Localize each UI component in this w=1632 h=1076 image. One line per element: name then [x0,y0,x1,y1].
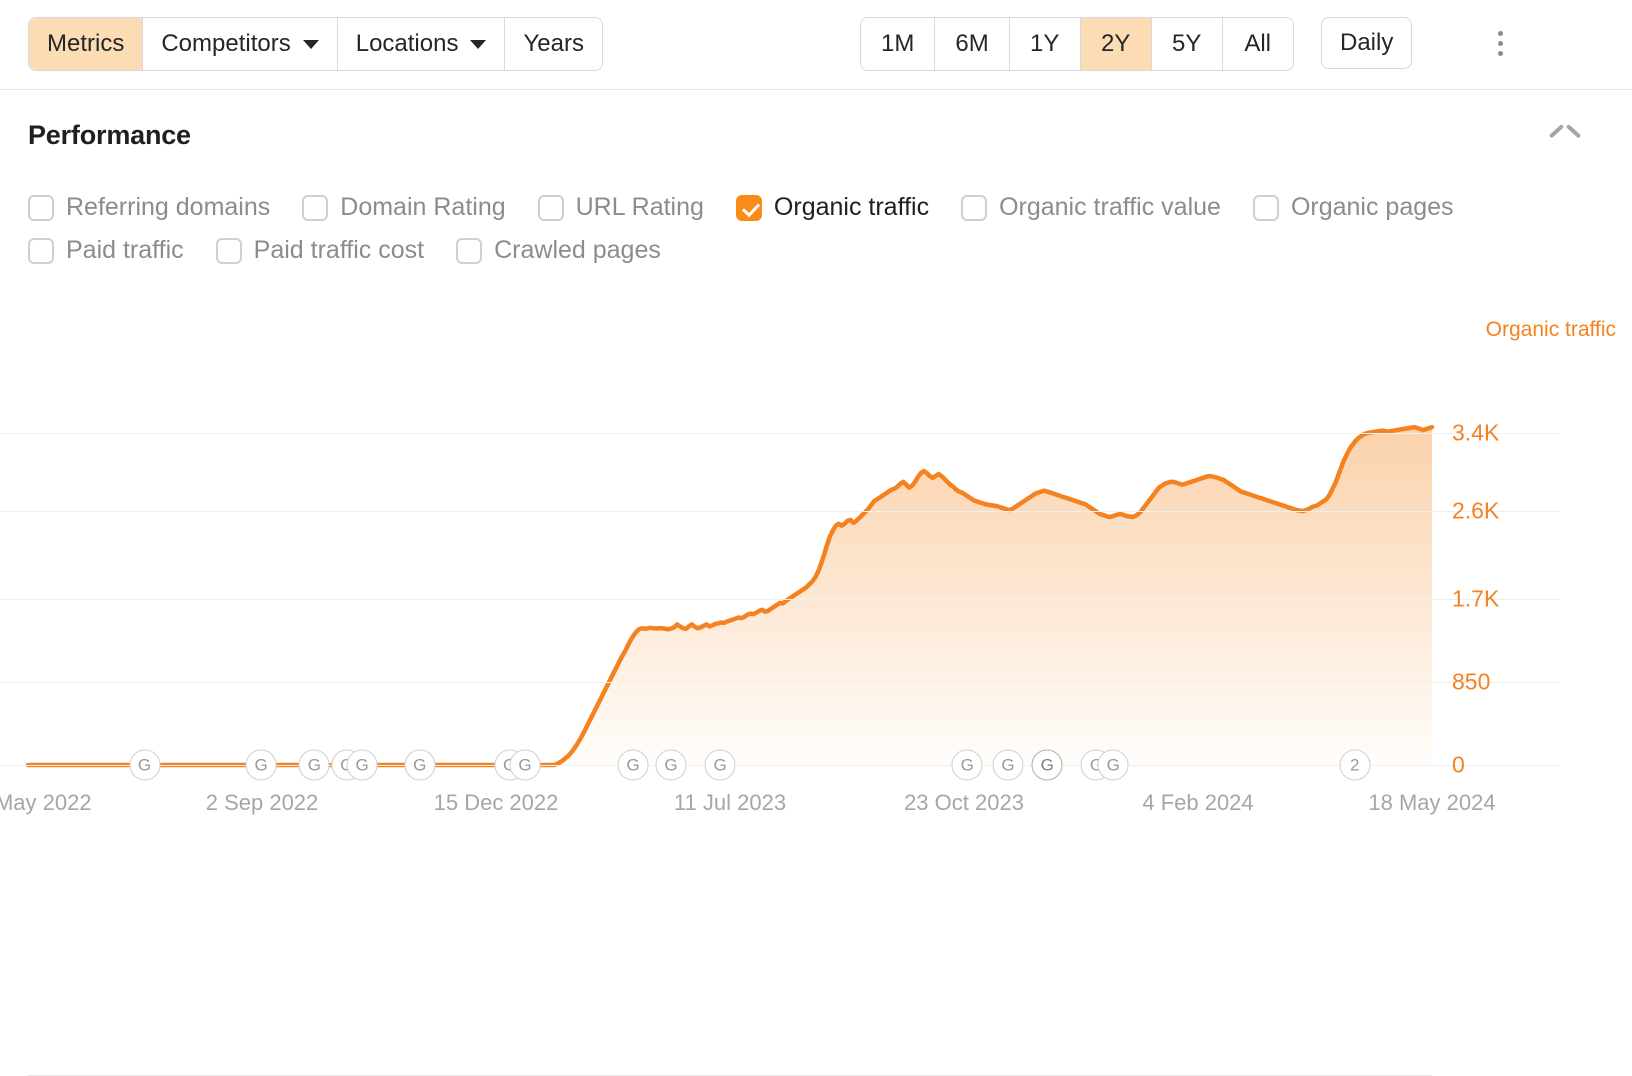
range-5y[interactable]: 5Y [1151,18,1223,70]
kebab-dot [1497,40,1503,46]
tab-locations[interactable]: Locations [337,18,506,70]
metric-checkbox-group: Referring domains Domain Rating URL Rati… [28,193,1588,279]
tab-metrics-label: Metrics [47,30,125,57]
event-marker-google-update[interactable]: G [617,749,649,781]
gridline [0,433,1560,434]
x-axis-tick: 23 Oct 2023 [904,790,1024,815]
x-axis-tick: 18 May 2024 [1368,790,1496,815]
section-header: Performance [28,120,1588,151]
event-marker-google-update[interactable]: G [1031,749,1063,781]
range-2y-label: 2Y [1101,30,1131,57]
checkbox-label: Organic traffic value [999,193,1221,221]
chevron-up-icon[interactable] [1550,121,1580,151]
checkbox-url-rating[interactable]: URL Rating [537,193,704,222]
date-range-group: 1M 6M 1Y 2Y 5Y All [860,17,1294,71]
tab-years-label: Years [523,30,584,57]
checkbox-label: Domain Rating [340,193,506,221]
range-all-label: All [1244,30,1272,57]
tab-competitors-label: Competitors [161,30,291,57]
event-marker-google-update[interactable]: G [346,749,378,781]
range-1y-label: 1Y [1030,30,1060,57]
tab-competitors[interactable]: Competitors [143,18,338,70]
checkbox-organic-traffic-value[interactable]: Organic traffic value [961,193,1221,222]
gridline [0,511,1560,513]
x-axis-tick: 2 Sep 2022 [205,790,319,815]
event-marker-google-update[interactable]: G [245,749,277,781]
y-axis-tick: 2.6K [1452,497,1500,524]
range-1m-label: 1M [881,30,915,57]
checkbox-checked-icon [735,194,762,221]
y-axis-tick: 1.7K [1452,585,1500,612]
performance-panel: Metrics Competitors Locations Years 1M 6… [0,0,1632,1076]
chevron-down-icon [470,39,487,49]
checkbox-paid-traffic-cost[interactable]: Paid traffic cost [215,236,425,265]
checkbox-box-icon [961,194,988,221]
tab-years[interactable]: Years [505,18,602,70]
chevron-down-icon [302,39,319,49]
event-marker-google-update[interactable]: G [704,749,736,781]
event-marker-google-update[interactable]: G [509,749,541,781]
kebab-dot [1497,50,1503,56]
event-marker-group[interactable]: 2 [1339,749,1371,781]
checkbox-organic-traffic[interactable]: Organic traffic [735,193,930,222]
view-tab-group: Metrics Competitors Locations Years [28,17,603,71]
kebab-dot [1497,30,1503,36]
event-marker-google-update[interactable]: G [992,749,1024,781]
page-title: Performance [28,120,191,150]
checkbox-crawled-pages[interactable]: Crawled pages [456,236,661,265]
range-6m[interactable]: 6M [935,18,1010,70]
kebab-menu-icon[interactable] [1486,17,1514,69]
organic-traffic-chart: Organic traffic 0 850 1.7K 2.6K 3.4K GGGGGGG… [0,310,1632,1076]
checkbox-label: Paid traffic [66,236,184,264]
checkbox-box-icon [456,237,483,264]
gridline [0,682,1560,683]
x-axis-tick: 4 Feb 2024 [1142,790,1254,815]
checkbox-box-icon [28,237,54,264]
event-marker-google-update[interactable]: G [655,749,687,781]
event-marker-google-update[interactable]: G [1097,749,1129,781]
event-marker-google-update[interactable]: G [404,749,436,781]
checkbox-label: Crawled pages [494,236,661,264]
checkbox-label: Organic traffic [773,193,930,221]
range-2y[interactable]: 2Y [1080,18,1152,70]
checkbox-box-icon [215,237,242,264]
checkbox-label: Paid traffic cost [253,236,425,264]
metric-row-1: Referring domains Domain Rating URL Rati… [28,193,1588,222]
chart-legend: Organic traffic [1485,318,1616,341]
x-axis-tick: 15 Dec 2022 [433,790,559,815]
range-6m-label: 6M [955,30,989,57]
event-marker-google-update[interactable]: G [298,749,330,781]
range-5y-label: 5Y [1172,30,1202,57]
range-1y[interactable]: 1Y [1009,18,1081,70]
granularity-label: Daily [1340,29,1394,56]
range-all[interactable]: All [1222,18,1293,70]
checkbox-box-icon [28,194,54,221]
chart-plot-area [25,424,1435,768]
gridline [0,599,1560,600]
y-axis-tick: 3.4K [1452,419,1500,446]
checkbox-domain-rating[interactable]: Domain Rating [302,193,506,222]
x-axis-tick: 21 May 2022 [0,790,92,815]
y-axis-tick: 0 [1452,751,1465,778]
checkbox-label: URL Rating [575,193,704,221]
granularity-dropdown[interactable]: Daily [1321,17,1413,69]
event-marker-google-update[interactable]: G [129,749,161,781]
tab-locations-label: Locations [355,30,459,57]
checkbox-box-icon [302,194,329,221]
y-axis-tick: 850 [1452,668,1491,695]
event-marker-google-update[interactable]: G [951,749,983,781]
checkbox-label: Organic pages [1290,193,1454,221]
metric-row-2: Paid traffic Paid traffic cost Crawled p… [28,236,1588,265]
checkbox-label: Referring domains [66,193,271,221]
x-axis-tick: 11 Jul 2023 [673,790,787,815]
checkbox-box-icon [1252,194,1279,221]
gridline [0,765,1560,766]
checkbox-paid-traffic[interactable]: Paid traffic [28,236,184,265]
checkbox-referring-domains[interactable]: Referring domains [28,193,270,222]
checkbox-organic-pages[interactable]: Organic pages [1252,193,1454,222]
top-toolbar: Metrics Competitors Locations Years 1M 6… [0,0,1632,90]
checkbox-box-icon [537,194,564,221]
range-1m[interactable]: 1M [861,18,936,70]
tab-metrics[interactable]: Metrics [29,18,144,70]
